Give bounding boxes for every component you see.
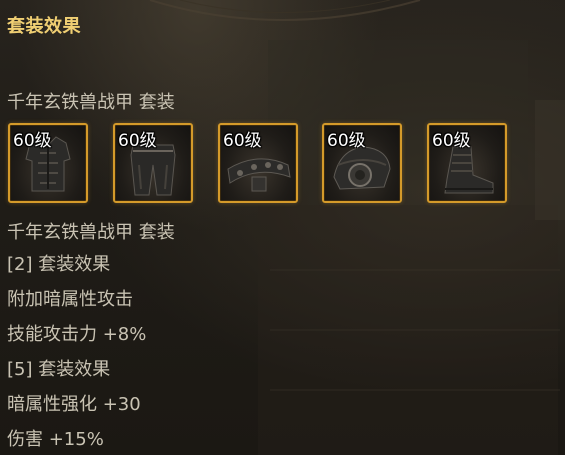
item-slot-boots[interactable]: 60级 [427,123,507,203]
item-level-label: 60级 [118,131,157,151]
set-effect-list: [2] 套装效果 附加暗属性攻击 技能攻击力 +8% [5] 套装效果 暗属性强… [7,255,146,455]
set-name: 千年玄铁兽战甲 套装 [7,92,175,113]
effect-line: 附加暗属性攻击 [7,289,133,310]
item-level-label: 60级 [13,131,52,151]
effect-tier-header: [2] 套装效果 [7,254,111,275]
set-item-list: 60级 60级 60级 60级 60级 [8,123,528,203]
item-slot-legs[interactable]: 60级 [113,123,193,203]
set-effect-tooltip: 套装效果 千年玄铁兽战甲 套装 60级 60级 60级 60级 60级 千年玄铁… [0,0,565,455]
set-name-repeat: 千年玄铁兽战甲 套装 [7,222,175,243]
panel-title: 套装效果 [7,16,81,37]
item-slot-belt[interactable]: 60级 [218,123,298,203]
item-level-label: 60级 [327,131,366,151]
item-slot-shoulder[interactable]: 60级 [322,123,402,203]
effect-line: 暗属性强化 +30 [7,394,141,415]
item-level-label: 60级 [223,131,262,151]
item-slot-chest[interactable]: 60级 [8,123,88,203]
effect-line: 技能攻击力 +8% [7,324,147,345]
item-level-label: 60级 [432,131,471,151]
effect-tier-header: [5] 套装效果 [7,359,111,380]
effect-line: 伤害 +15% [7,429,104,450]
